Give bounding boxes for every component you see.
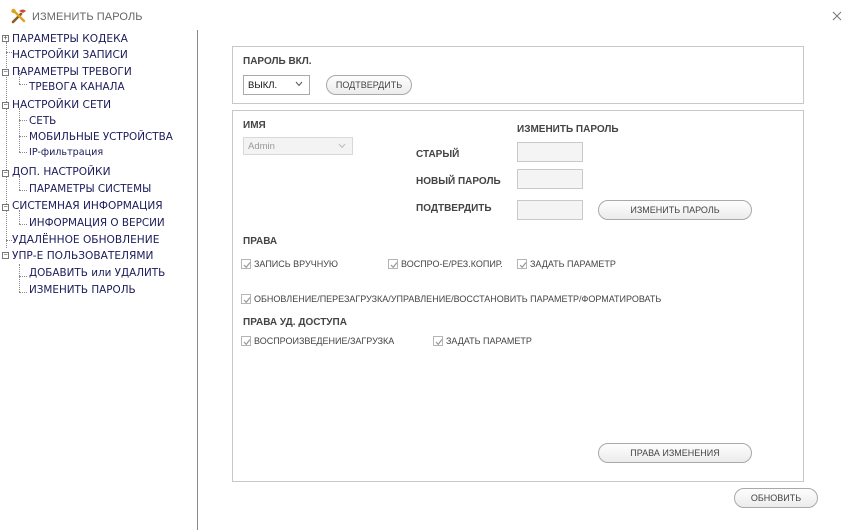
tree-item-label: ИЗМЕНИТЬ ПАРОЛЬ [29, 284, 136, 296]
tree-item-label: НАСТРОЙКИ ЗАПИСИ [12, 49, 128, 61]
tree-item-label: ИНФОРМАЦИЯ О ВЕРСИИ [29, 217, 165, 229]
old-password-input[interactable] [517, 142, 583, 162]
rights-heading: ПРАВА [243, 236, 278, 247]
select-value: ВЫКЛ. [248, 80, 278, 91]
new-password-label: НОВЫЙ ПАРОЛЬ [416, 176, 501, 187]
username-select[interactable]: Admin [243, 137, 353, 155]
tree-line [19, 190, 27, 191]
collapse-icon[interactable]: − [2, 69, 9, 76]
tree-item-label: ПАРАМЕТРЫ КОДЕКА [12, 33, 128, 45]
tree-item-label: СИСТЕМНАЯ ИНФОРМАЦИЯ [12, 200, 163, 212]
select-value: Admin [248, 141, 275, 152]
password-enable-heading: ПАРОЛЬ ВКЛ. [243, 56, 312, 67]
tree-item-label: IP-фильтрация [29, 147, 104, 158]
tree-line [19, 84, 27, 85]
tree-item-label: ДОП. НАСТРОЙКИ [12, 166, 111, 178]
collapse-icon[interactable]: − [2, 102, 9, 109]
tree-item-label: ТРЕВОГА КАНАЛА [29, 81, 125, 93]
settings-tree: + − − − − − ПАРАМЕТРЫ КОДЕКА НАСТРОЙКИ З… [0, 30, 198, 530]
change-password-heading: ИЗМЕНИТЬ ПАРОЛЬ [517, 124, 619, 135]
tree-line [19, 276, 27, 277]
change-rights-button[interactable]: ПРАВА ИЗМЕНЕНИЯ [598, 443, 752, 463]
chevron-down-icon [295, 81, 303, 87]
confirm-password-label: ПОДТВЕРДИТЬ [416, 203, 492, 214]
collapse-icon[interactable]: − [2, 170, 9, 177]
tree-item-label: УПР-Е ПОЛЬЗОВАТЕЛЯМИ [12, 250, 154, 262]
checkbox-checked-icon [241, 259, 251, 269]
tree-item-label: ДОБАВИТЬ или УДАЛИТЬ [29, 267, 166, 279]
checkbox-checked-icon [388, 259, 398, 269]
tree-line [19, 224, 27, 225]
checkbox-checked-icon [241, 294, 251, 304]
tree-item-label: СЕТЬ [29, 115, 57, 127]
tree-line [19, 136, 27, 137]
tree-line [19, 120, 27, 121]
checkbox-checked-icon [433, 336, 443, 346]
collapse-icon[interactable]: − [2, 204, 9, 211]
checkbox-label: ЗАДАТЬ ПАРАМЕТР [446, 336, 532, 346]
password-enable-select[interactable]: ВЫКЛ. [243, 75, 310, 95]
tree-item-label: УДАЛЁННОЕ ОБНОВЛЕНИЕ [12, 234, 160, 246]
tools-icon [11, 8, 26, 24]
window-title: ИЗМЕНИТЬ ПАРОЛЬ [32, 11, 143, 23]
checkbox-checked-icon [517, 259, 527, 269]
checkbox-label: ВОСПРОИЗВЕДЕНИЕ/ЗАГРУЗКА [254, 336, 395, 346]
confirm-password-input[interactable] [517, 200, 583, 220]
tree-line [19, 264, 20, 292]
checkbox-label: ОБНОВЛЕНИЕ/ПЕРЕЗАГРУЗКА/УПРАВЛЕНИЕ/ВОССТ… [254, 294, 662, 304]
checkbox-label: ЗАДАТЬ ПАРАМЕТР [530, 259, 616, 269]
chevron-down-icon [338, 143, 346, 149]
tree-line [19, 108, 20, 152]
title-bar: ИЗМЕНИТЬ ПАРОЛЬ [0, 0, 853, 30]
checkbox-label: ВОСПРО-Е/РЕЗ.КОПИР. [401, 259, 503, 269]
close-icon[interactable] [827, 6, 847, 26]
tree-line [19, 292, 27, 293]
old-password-label: СТАРЫЙ [416, 149, 460, 160]
confirm-password-enable-button[interactable]: ПОДТВЕРДИТЬ [326, 75, 412, 95]
expand-icon[interactable]: + [2, 35, 9, 42]
user-password-panel: ИМЯ Admin ИЗМЕНИТЬ ПАРОЛЬ СТАРЫЙ НОВЫЙ П… [232, 110, 804, 482]
tree-item-label: ПАРАМЕТРЫ СИСТЕМЫ [29, 183, 152, 195]
tree-item-label: НАСТРОЙКИ СЕТИ [12, 99, 112, 111]
password-enable-panel: ПАРОЛЬ ВКЛ. ВЫКЛ. ПОДТВЕРДИТЬ [232, 46, 804, 104]
tree-item-label: МОБИЛЬНЫЕ УСТРОЙСТВА [29, 131, 173, 143]
tree-item-label: ПАРАМЕТРЫ ТРЕВОГИ [12, 66, 132, 78]
name-heading: ИМЯ [243, 120, 266, 131]
refresh-button[interactable]: ОБНОВИТЬ [734, 488, 818, 508]
new-password-input[interactable] [517, 169, 583, 189]
collapse-icon[interactable]: − [2, 252, 9, 259]
checkbox-checked-icon [241, 336, 251, 346]
tree-line [19, 152, 27, 153]
change-password-button[interactable]: ИЗМЕНИТЬ ПАРОЛЬ [598, 200, 752, 220]
checkbox-label: ЗАПИСЬ ВРУЧНУЮ [254, 259, 339, 269]
remote-rights-heading: ПРАВА УД. ДОСТУПА [243, 317, 347, 328]
